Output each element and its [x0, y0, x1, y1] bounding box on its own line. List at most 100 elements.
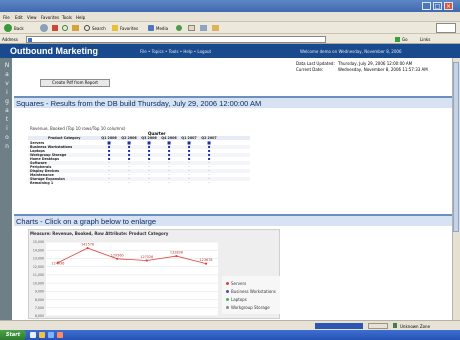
legend-marker [226, 282, 229, 285]
scrollbar-thumb[interactable] [453, 62, 459, 232]
table-row: Remaining 1 · · · · · · [28, 181, 250, 186]
menu-file[interactable]: File [3, 15, 10, 20]
page-icon [28, 38, 32, 42]
media-button[interactable]: Media [156, 26, 168, 31]
browser-toolbar: Back Search Favorites Media [0, 22, 460, 34]
back-icon[interactable] [4, 24, 12, 32]
y-tick-label: 13,000 [33, 257, 44, 261]
nav-letter: a [5, 71, 9, 78]
data-label: 123678 [200, 258, 213, 262]
revenue-table: Quarter Product Category Q1 2006 Q2 2006… [28, 131, 250, 185]
title-bar [0, 0, 460, 12]
address-label: Address [2, 37, 18, 42]
table-cell[interactable]: · [120, 181, 138, 185]
row-label: Remaining 1 [30, 181, 54, 185]
favorites-button[interactable]: Favorites [120, 26, 138, 31]
data-label: 124936 [52, 262, 65, 266]
app-title: Outbound Marketing [10, 46, 98, 56]
navigation-sidebar[interactable]: N a v i g a t i o n [0, 58, 12, 320]
search-button[interactable]: Search [92, 26, 106, 31]
go-button[interactable]: Go [402, 37, 408, 42]
print-icon[interactable] [200, 25, 207, 31]
charts-title: Charts - Click on a graph below to enlar… [16, 217, 157, 226]
quicklaunch-folder-icon[interactable] [39, 332, 45, 338]
table-cell[interactable]: · [200, 181, 218, 185]
charts-section-header: Charts - Click on a graph below to enlar… [14, 214, 452, 226]
favorites-icon[interactable] [112, 25, 118, 31]
y-tick-label: 14,000 [33, 248, 44, 252]
legend-marker [226, 298, 229, 301]
data-label: 142578 [81, 243, 94, 247]
nav-letter: N [4, 62, 10, 69]
legend-marker [226, 290, 229, 293]
menu-help[interactable]: Help [76, 15, 85, 20]
start-button[interactable]: Start [0, 330, 26, 340]
y-tick-label: 9,000 [35, 290, 44, 294]
history-icon[interactable] [176, 25, 182, 31]
nav-letter: t [5, 116, 9, 123]
data-point[interactable] [116, 257, 119, 260]
quicklaunch-ie-icon[interactable] [30, 332, 36, 338]
refresh-icon[interactable] [62, 25, 68, 31]
security-zone: Unknown Zone [400, 324, 431, 329]
y-tick-label: 6,000 [35, 314, 44, 318]
status-pane [368, 323, 388, 329]
create-pdf-button[interactable]: Create Pdf from Report [40, 79, 110, 87]
links-button[interactable]: Links [420, 37, 430, 42]
last-updated-value: Thursday, July 29, 2006 12:00:00 AM [338, 61, 413, 66]
column-header-category: Product Category [48, 136, 81, 140]
menu-tools[interactable]: Tools [62, 15, 72, 20]
table-cell[interactable]: · [100, 181, 118, 185]
nav-letter: a [5, 107, 9, 114]
quicklaunch-desktop-icon[interactable] [48, 332, 54, 338]
menu-view[interactable]: View [27, 15, 37, 20]
top-nav-menu[interactable]: File • Topics • Tools • Help • Logout [140, 49, 211, 54]
minimize-icon[interactable]: _ [422, 2, 431, 10]
welcome-text: Welcome demo on Wednesday, November 8, 2… [300, 49, 402, 54]
y-tick-label: 8,000 [35, 298, 44, 302]
table-cell[interactable]: · [140, 181, 158, 185]
data-point[interactable] [175, 254, 178, 258]
edit-icon[interactable] [212, 25, 219, 31]
address-input[interactable] [26, 36, 326, 43]
data-point[interactable] [86, 247, 89, 250]
legend-label: Business Workstations [231, 289, 276, 294]
search-icon[interactable] [84, 25, 90, 31]
status-bar: Unknown Zone [0, 320, 460, 330]
data-point[interactable] [145, 259, 148, 262]
data-label: 132898 [170, 251, 183, 255]
menu-edit[interactable]: Edit [15, 15, 23, 20]
maximize-icon[interactable]: □ [433, 2, 442, 10]
update-info: Data Last Updated: Thursday, July 29, 20… [296, 60, 452, 72]
y-tick-label: 11,000 [33, 273, 44, 277]
data-point[interactable] [204, 262, 208, 265]
home-icon[interactable] [72, 25, 79, 31]
squares-title: Squares - Results from the DB build Thur… [16, 99, 262, 108]
media-icon[interactable] [148, 25, 154, 31]
nav-letter: i [6, 125, 8, 132]
close-icon[interactable]: × [444, 2, 453, 10]
nav-letter: o [5, 134, 9, 141]
squares-section-header: Squares - Results from the DB build Thur… [14, 96, 452, 108]
menu-bar: File Edit View Favorites Tools Help [0, 12, 460, 22]
nav-letter: n [5, 143, 9, 150]
table-cell[interactable]: · [160, 181, 178, 185]
stop-icon[interactable] [52, 25, 58, 31]
y-tick-label: 15,000 [33, 240, 44, 244]
quicklaunch-media-icon[interactable] [57, 332, 63, 338]
nav-letter: i [6, 89, 8, 96]
table-cell[interactable]: · [180, 181, 198, 185]
nav-letter: v [5, 80, 9, 87]
current-date-label: Current Date: [296, 67, 324, 72]
menu-favorites[interactable]: Favorites [41, 15, 59, 20]
legend-marker [226, 306, 229, 309]
forward-icon[interactable] [40, 24, 48, 32]
mail-icon[interactable] [188, 25, 195, 31]
go-icon[interactable] [395, 37, 400, 42]
last-updated-label: Data Last Updated: [296, 61, 335, 66]
zone-icon [393, 323, 397, 328]
data-label: 129560 [111, 253, 124, 257]
y-tick-label: 7,000 [35, 306, 44, 310]
back-button[interactable]: Back [14, 26, 24, 31]
legend-label: Laptops [231, 297, 247, 302]
